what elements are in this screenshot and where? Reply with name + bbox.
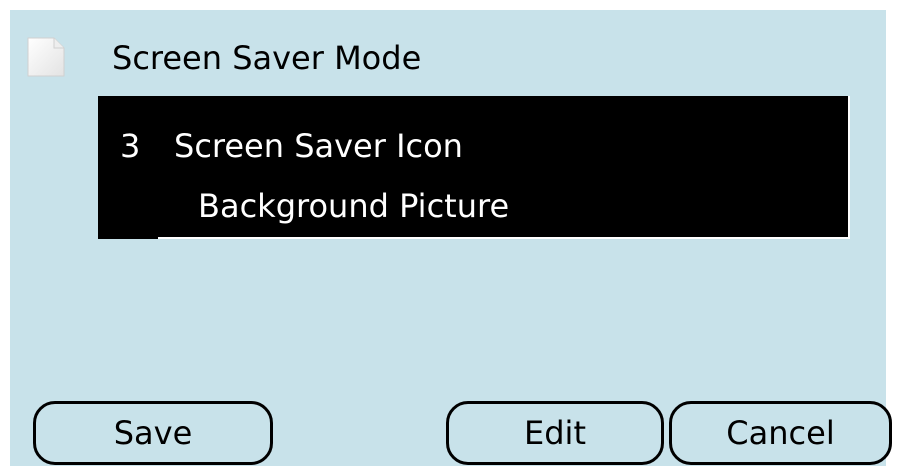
page-title: Screen Saver Mode	[112, 39, 422, 77]
screen: Screen Saver Mode 3 Screen Saver Icon Bac…	[0, 0, 898, 466]
cancel-button[interactable]: Cancel	[669, 401, 892, 465]
list-item-label: Screen Saver Icon	[174, 127, 463, 165]
screen-saver-mode-list[interactable]: 3 Screen Saver Icon Background Picture	[98, 96, 850, 239]
edit-button[interactable]: Edit	[446, 401, 664, 465]
list-item-background-picture[interactable]: Background Picture	[198, 186, 509, 226]
list-border-accent	[98, 237, 158, 239]
list-item-label: Background Picture	[198, 187, 510, 225]
list-item-number: 3	[120, 127, 141, 165]
save-button[interactable]: Save	[33, 401, 273, 465]
list-item-screen-saver-icon[interactable]: 3 Screen Saver Icon	[120, 126, 463, 166]
document-icon	[27, 37, 65, 77]
